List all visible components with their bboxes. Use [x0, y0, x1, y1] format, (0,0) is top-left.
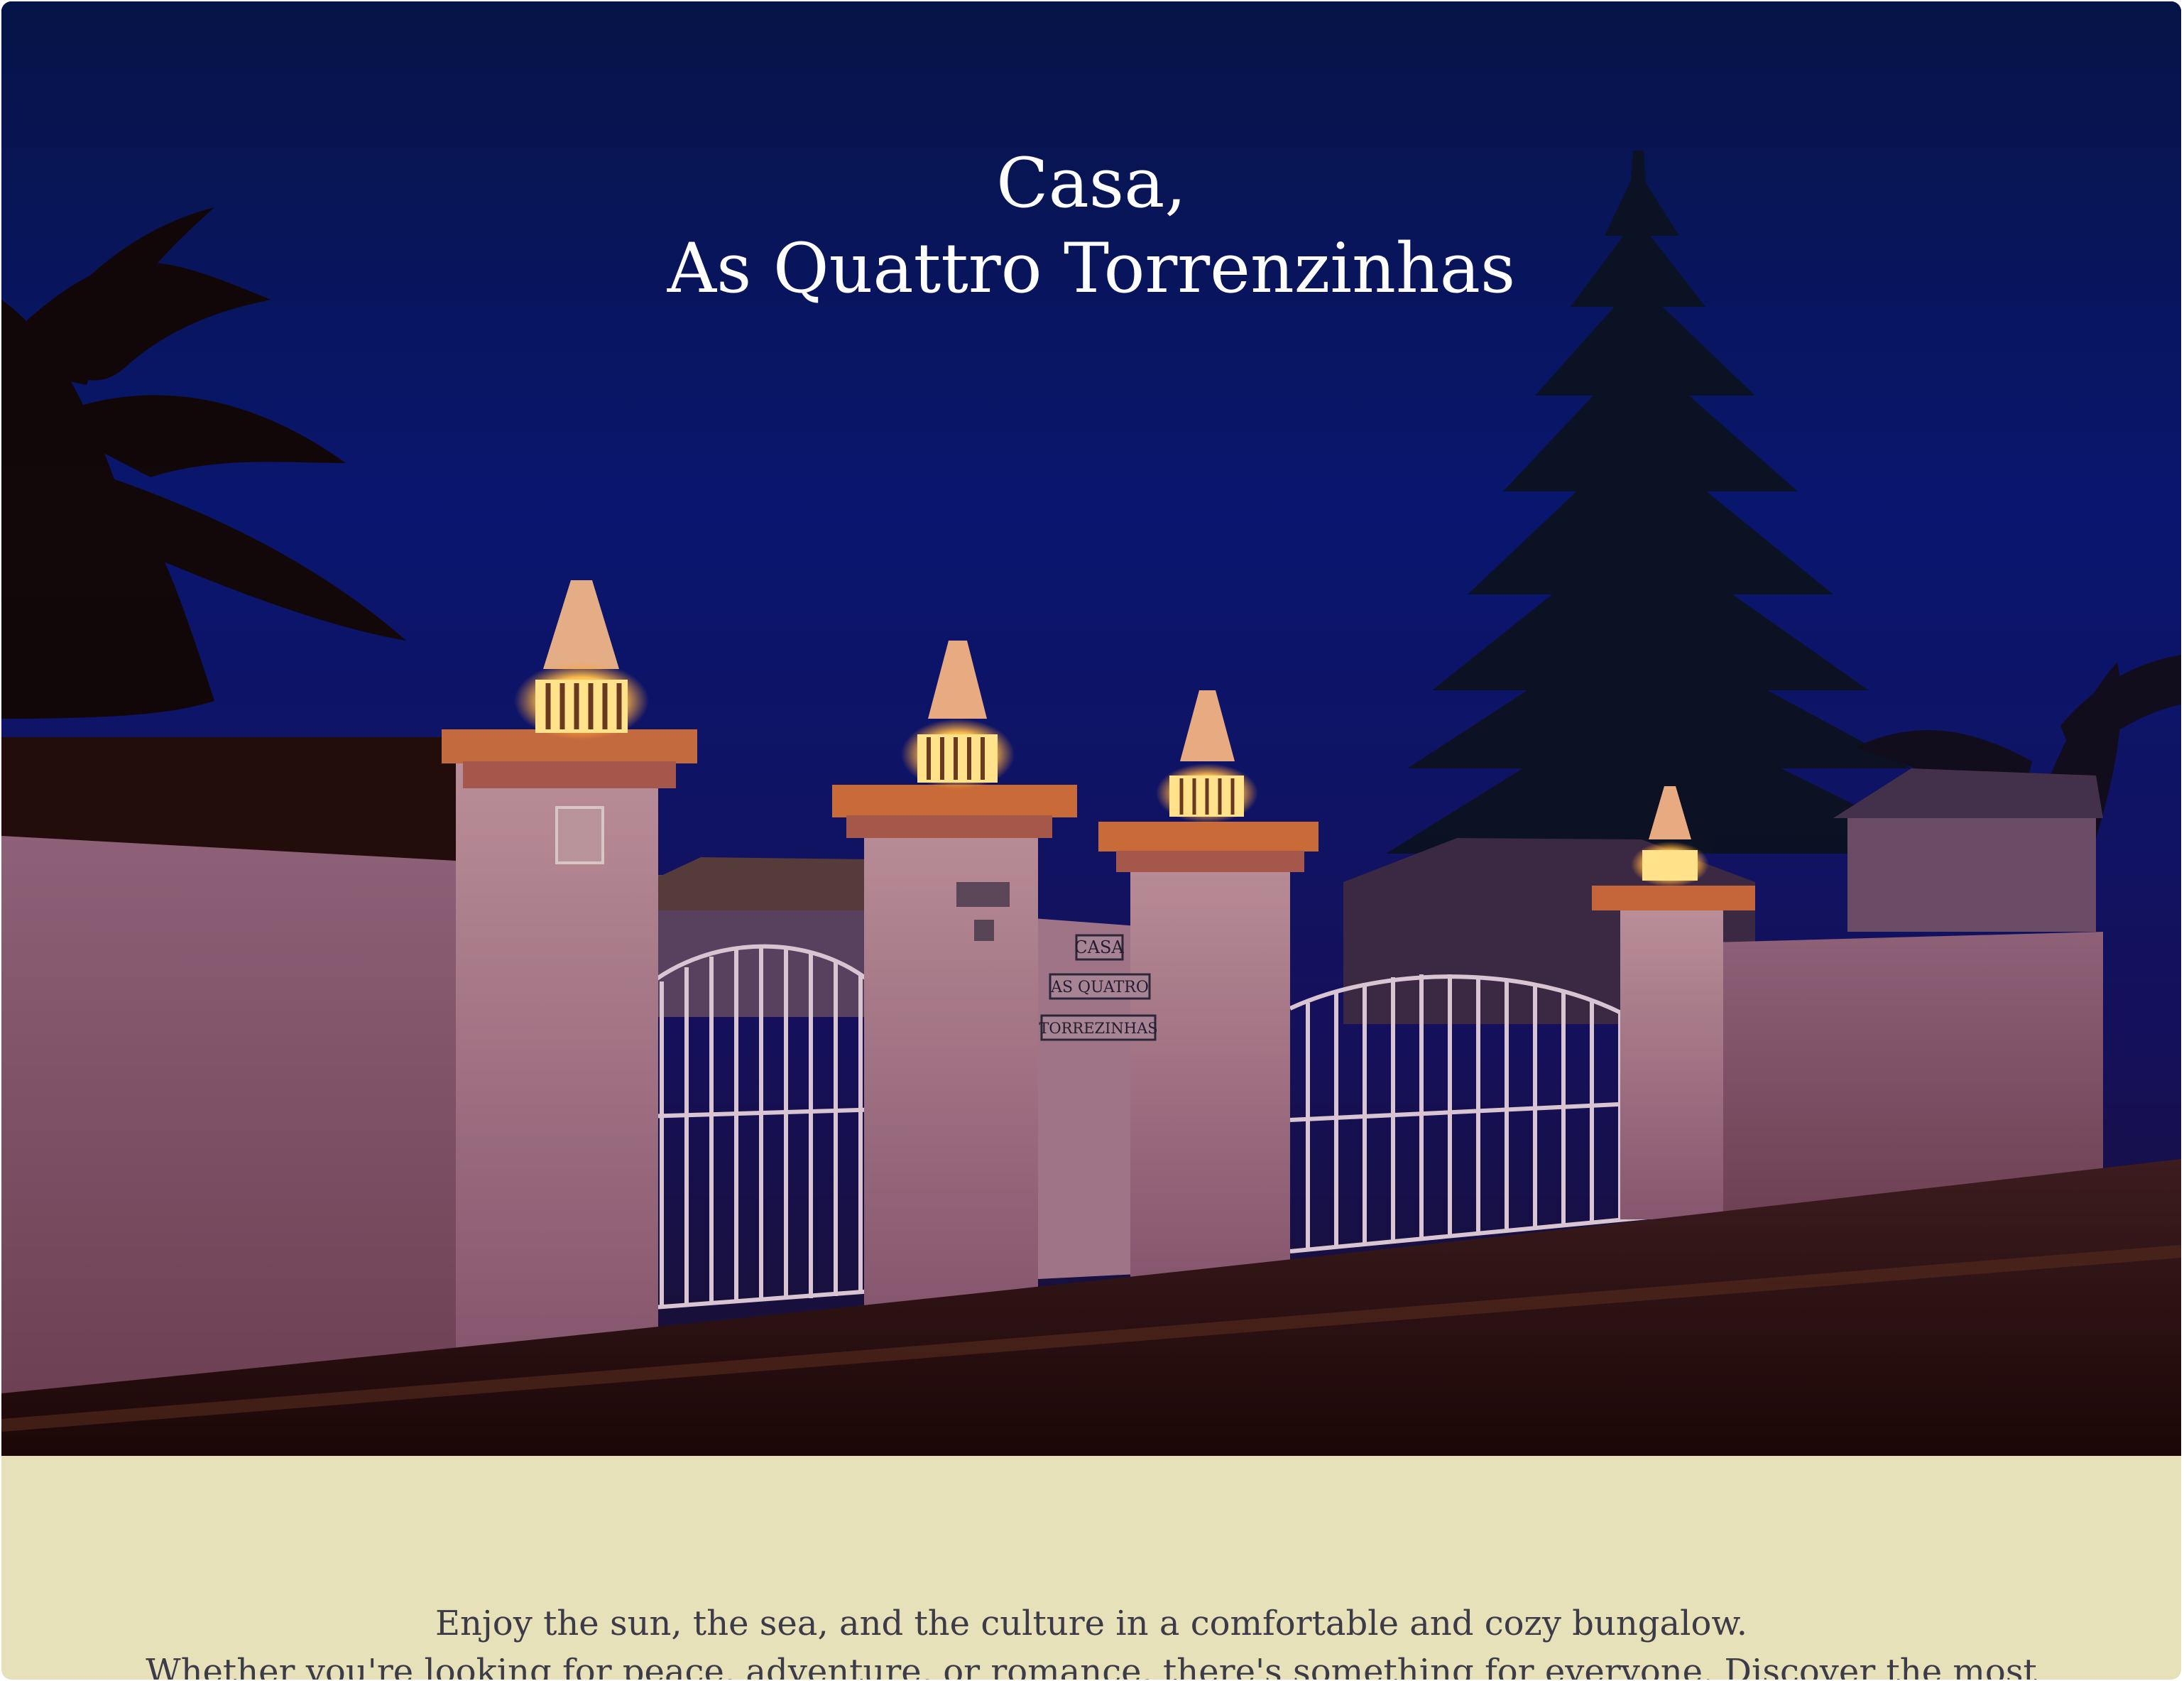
intro-line-2: Whether you're looking for peace, advent…	[146, 1652, 2037, 1680]
page-frame: CASA AS QUATRO TORREZINHAS Casa, As Quat…	[1, 1, 2181, 1680]
hero-title-line-2: As Quattro Torrenzinhas	[667, 229, 1516, 308]
wall-left	[1, 836, 456, 1393]
hero-title-line-1: Casa,	[996, 143, 1186, 223]
sign-line-as-quatro: AS QUATRO	[1050, 979, 1149, 996]
sign-line-torrezinhas: TORREZINHAS	[1039, 1020, 1157, 1037]
intro-line-1: Enjoy the sun, the sea, and the culture …	[435, 1604, 1748, 1643]
intro-section: Enjoy the sun, the sea, and the culture …	[1, 1456, 2181, 1680]
hero-section: CASA AS QUATRO TORREZINHAS Casa, As Quat…	[1, 1, 2181, 1456]
sign-line-casa: CASA	[1074, 937, 1124, 957]
hero-title: Casa, As Quattro Torrenzinhas	[1, 141, 2181, 311]
